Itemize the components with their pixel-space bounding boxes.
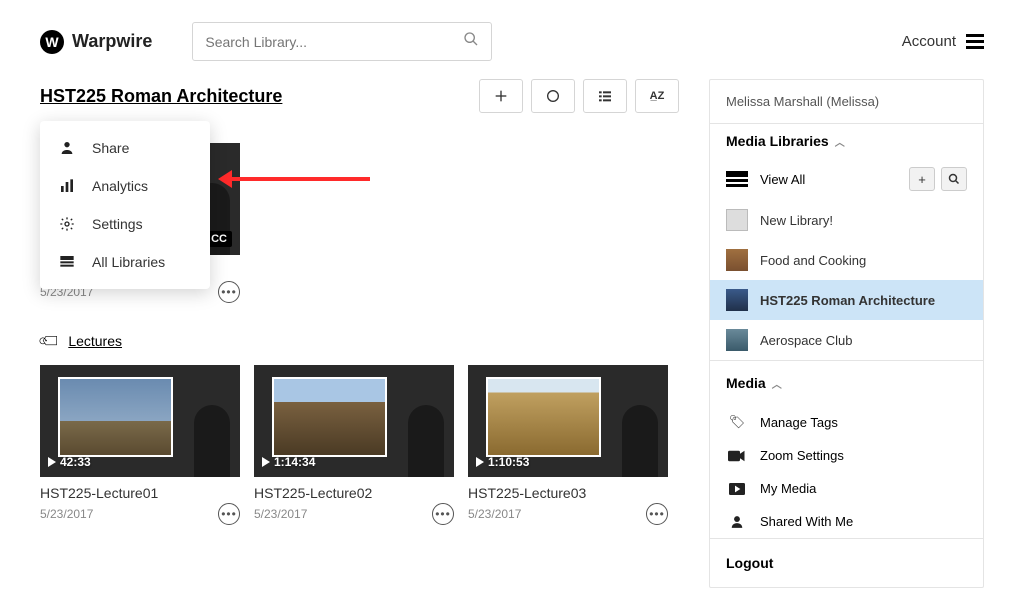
library-label: HST225 Roman Architecture bbox=[760, 293, 935, 308]
search-input[interactable] bbox=[205, 34, 463, 50]
person-icon bbox=[726, 515, 748, 529]
play-icon bbox=[726, 483, 748, 495]
library-thumb-icon bbox=[726, 249, 748, 271]
video-title: HST225-Lecture03 bbox=[468, 485, 668, 501]
play-icon bbox=[476, 457, 484, 467]
more-button[interactable]: ••• bbox=[646, 503, 668, 525]
sidebar-user: Melissa Marshall (Melissa) bbox=[710, 80, 983, 124]
video-title: HST225-Lecture01 bbox=[40, 485, 240, 501]
logo-text: Warpwire bbox=[72, 31, 152, 52]
my-media-label: My Media bbox=[760, 481, 816, 496]
more-button[interactable]: ••• bbox=[218, 281, 240, 303]
sidebar-manage-tags[interactable]: 🏷 Manage Tags bbox=[710, 405, 983, 439]
video-date: 5/23/2017 bbox=[40, 507, 93, 521]
search-library-button[interactable] bbox=[941, 167, 967, 191]
dropdown-settings-label: Settings bbox=[92, 216, 143, 232]
sidebar: Melissa Marshall (Melissa) Media Librari… bbox=[709, 79, 984, 588]
view-all-label: View All bbox=[760, 172, 897, 187]
account-menu[interactable]: Account bbox=[902, 33, 984, 50]
video-card[interactable]: 1:14:34 HST225-Lecture02 5/23/2017 ••• bbox=[254, 365, 454, 525]
libraries-icon bbox=[58, 253, 76, 271]
video-thumbnail[interactable]: 42:33 bbox=[40, 365, 240, 477]
account-label: Account bbox=[902, 33, 956, 50]
library-thumb-icon bbox=[726, 329, 748, 351]
search-box[interactable] bbox=[192, 22, 492, 61]
dropdown-share-label: Share bbox=[92, 140, 129, 156]
video-card[interactable]: 42:33 HST225-Lecture01 5/23/2017 ••• bbox=[40, 365, 240, 525]
tag-icon: 🏷 bbox=[726, 414, 748, 430]
play-icon bbox=[48, 457, 56, 467]
tag-label[interactable]: Lectures bbox=[68, 333, 122, 349]
library-thumb-icon bbox=[726, 289, 748, 311]
dropdown-share[interactable]: Share bbox=[40, 129, 210, 167]
sidebar-zoom-settings[interactable]: Zoom Settings bbox=[710, 439, 983, 472]
tag-icon: 🏷 bbox=[36, 327, 65, 356]
library-label: New Library! bbox=[760, 213, 833, 228]
dropdown-all-libraries[interactable]: All Libraries bbox=[40, 243, 210, 281]
video-grid: 42:33 HST225-Lecture01 5/23/2017 ••• 1:1… bbox=[40, 365, 679, 525]
tag-row: 🏷 Lectures bbox=[40, 331, 679, 351]
sidebar-library-item[interactable]: HST225 Roman Architecture bbox=[710, 280, 983, 320]
video-date: 5/23/2017 bbox=[468, 507, 521, 521]
hamburger-icon[interactable] bbox=[966, 34, 984, 49]
libraries-icon bbox=[726, 171, 748, 187]
toolbar: A̲Z bbox=[479, 79, 679, 113]
video-duration: 42:33 bbox=[60, 455, 91, 469]
logo-icon: W bbox=[40, 30, 64, 54]
sidebar-my-media[interactable]: My Media bbox=[710, 472, 983, 505]
library-thumb-icon bbox=[726, 209, 748, 231]
manage-tags-label: Manage Tags bbox=[760, 415, 838, 430]
sidebar-library-item[interactable]: Food and Cooking bbox=[710, 240, 983, 280]
dropdown-all-libraries-label: All Libraries bbox=[92, 254, 165, 270]
annotation-arrow bbox=[230, 177, 370, 181]
header: W Warpwire Account bbox=[0, 0, 1024, 79]
dropdown-analytics-label: Analytics bbox=[92, 178, 148, 194]
logo[interactable]: W Warpwire bbox=[40, 30, 152, 54]
video-thumbnail[interactable]: 1:14:34 bbox=[254, 365, 454, 477]
options-dropdown: Share Analytics Settings All Libraries bbox=[40, 121, 210, 289]
add-button[interactable] bbox=[479, 79, 523, 113]
sidebar-shared-with-me[interactable]: Shared With Me bbox=[710, 505, 983, 538]
library-label: Aerospace Club bbox=[760, 333, 853, 348]
video-thumbnail[interactable]: 1:10:53 bbox=[468, 365, 668, 477]
video-date: 5/23/2017 bbox=[254, 507, 307, 521]
add-library-button[interactable]: + bbox=[909, 167, 935, 191]
camera-icon bbox=[726, 450, 748, 462]
zoom-settings-label: Zoom Settings bbox=[760, 448, 844, 463]
video-title: HST225-Lecture02 bbox=[254, 485, 454, 501]
library-label: Food and Cooking bbox=[760, 253, 866, 268]
play-icon bbox=[262, 457, 270, 467]
gear-icon bbox=[58, 215, 76, 233]
page-title[interactable]: HST225 Roman Architecture bbox=[40, 86, 469, 107]
sort-button[interactable]: A̲Z bbox=[635, 79, 679, 113]
media-heading: Media bbox=[726, 375, 766, 391]
logout-button[interactable]: Logout bbox=[710, 539, 983, 587]
page-title-row: HST225 Roman Architecture A̲Z bbox=[40, 79, 679, 113]
more-button[interactable]: ••• bbox=[432, 503, 454, 525]
shared-with-me-label: Shared With Me bbox=[760, 514, 853, 529]
analytics-icon bbox=[58, 177, 76, 195]
person-icon bbox=[58, 139, 76, 157]
video-duration: 1:10:53 bbox=[488, 455, 529, 469]
video-duration: 1:14:34 bbox=[274, 455, 315, 469]
sidebar-library-item[interactable]: New Library! bbox=[710, 200, 983, 240]
search-icon[interactable] bbox=[463, 31, 479, 52]
chevron-up-icon[interactable]: ︿ bbox=[835, 134, 845, 149]
more-button[interactable]: ••• bbox=[218, 503, 240, 525]
sidebar-library-item[interactable]: Aerospace Club bbox=[710, 320, 983, 360]
dropdown-settings[interactable]: Settings bbox=[40, 205, 210, 243]
chevron-up-icon[interactable]: ︿ bbox=[772, 376, 782, 391]
list-view-button[interactable] bbox=[583, 79, 627, 113]
record-button[interactable] bbox=[531, 79, 575, 113]
media-libraries-heading: Media Libraries bbox=[726, 133, 829, 149]
sidebar-view-all[interactable]: View All + bbox=[710, 158, 983, 200]
dropdown-analytics[interactable]: Analytics bbox=[40, 167, 210, 205]
video-card[interactable]: 1:10:53 HST225-Lecture03 5/23/2017 ••• bbox=[468, 365, 668, 525]
